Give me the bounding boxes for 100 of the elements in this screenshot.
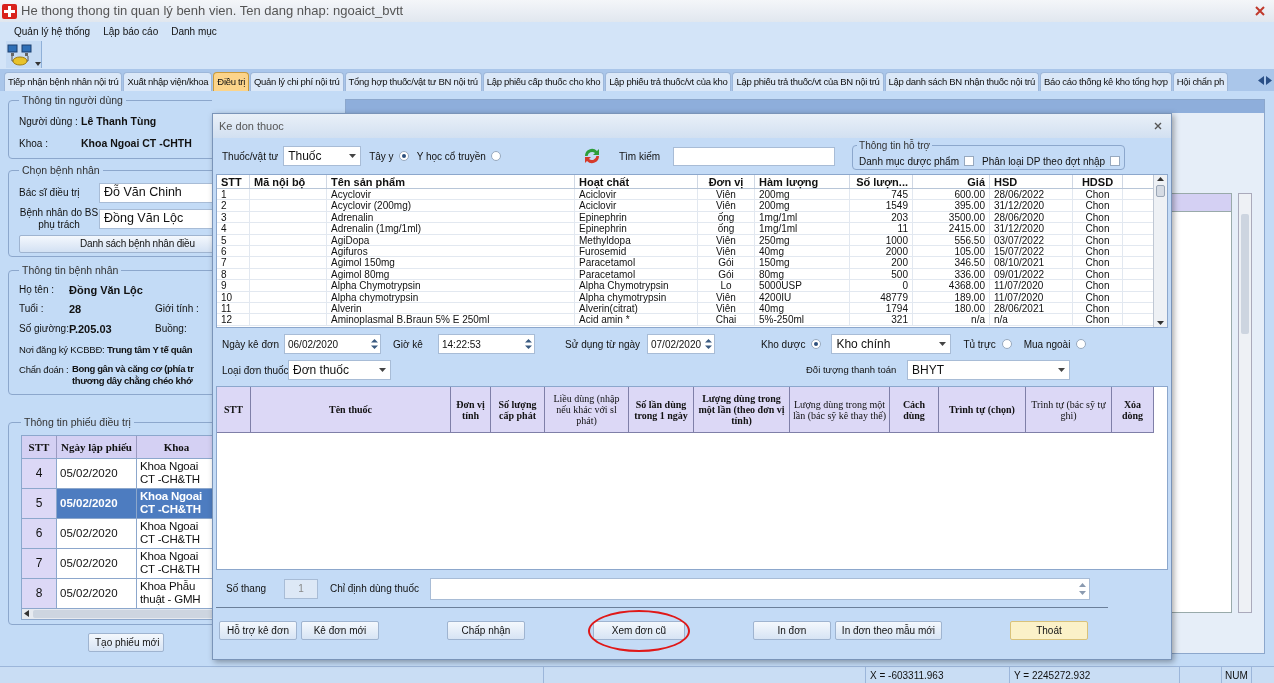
drug-row[interactable]: 12 Aminoplasmal B.Braun 5% E 250ml Acid amin * Chai 5%-250ml 321 n/a n/a Chon [217,314,1153,326]
sheet-row[interactable]: 6 05/02/2020 Khoa Ngoai CT -CH&TH [22,517,212,548]
tab[interactable]: Quản lý chi phí nội trú [250,72,344,91]
column-header[interactable]: Hoạt chất [575,175,698,188]
column-header[interactable]: Số lượng cấp phát [491,387,545,433]
column-header[interactable]: Liều dùng (nhập nếu khác với sl phát) [545,387,629,433]
table-cell: Aciclovir [575,200,698,211]
date-field[interactable]: 07/02/2020 [647,334,715,354]
tab[interactable]: Tiếp nhận bệnh nhân nội trú [4,72,123,91]
radio-button[interactable] [398,151,409,161]
tab[interactable]: Hội chẩn ph [1172,72,1229,91]
up-arrow-icon[interactable] [1157,177,1164,181]
dialog-button[interactable]: In đơn theo mẫu mới [834,621,943,640]
tab-scroll-arrows[interactable] [1258,75,1272,85]
column-header[interactable]: HSD [990,175,1073,188]
column-header[interactable]: STT [217,175,250,188]
diagnosis-text: thương dây chằng chéo khớ [72,374,194,387]
drug-row[interactable]: 7 Agimol 150mg Paracetamol Gói 150mg 200 346.50 08/10/2021 Chon [217,257,1153,269]
time-field[interactable]: 14:22:53 [438,334,535,354]
column-header[interactable]: Tên sản phẩm [327,175,575,188]
scrollbar-thumb[interactable] [1156,185,1165,197]
right-arrow-icon[interactable] [1266,75,1272,85]
radio-button[interactable] [1001,339,1012,349]
store-dropdown[interactable]: Kho chính [831,334,952,354]
sheet-row[interactable]: 7 05/02/2020 Khoa Ngoai CT -CH&TH [22,547,212,578]
column-header[interactable]: Mã nội bộ [250,175,327,188]
column-header[interactable]: Đơn vị tính [451,387,491,433]
dialog-button[interactable]: Hỗ trợ kê đơn [219,621,297,640]
left-arrow-icon[interactable] [24,610,29,618]
drug-row[interactable]: 2 Acyclovir (200mg) Aciclovir Viên 200mg 1549 395.00 31/12/2020 Chon [217,200,1153,212]
type-dropdown[interactable]: Thuốc [283,146,362,166]
tab[interactable]: Lập phiếu cấp thuốc cho kho [482,72,605,91]
tab[interactable]: Báo cáo thống kê kho tổng hợp [1039,72,1172,91]
drug-row[interactable]: 4 Adrenalin (1mg/1ml) Epinephrin ống 1mg/1ml 11 2415.00 31/12/2020 Chon [217,223,1153,235]
drug-row[interactable]: 1 Acyclovir Aciclovir Viên 200mg 745 600.00 28/06/2022 Chon [217,189,1153,201]
drug-row[interactable]: 10 Alpha chymotrypsin Alpha chymotrypsin Viên 4200IU 48779 189.00 11/07/2020 Chon [217,291,1153,303]
dialog-button[interactable]: In đơn [752,621,831,640]
left-arrow-icon[interactable] [1258,75,1264,85]
drug-row[interactable]: 6 Agifuros Furosemid Viên 40mg 2000 105.00 15/07/2022 Chon [217,245,1153,258]
drug-row[interactable]: 3 Adrenalin Epinephrin ống 1mg/1ml 203 3500.00 28/06/2020 Chon [217,211,1153,224]
payer-dropdown[interactable]: BHYT [907,360,1070,380]
menu-item[interactable]: Lập báo cáo [103,23,159,39]
table-cell: 1549 [850,200,913,211]
network-computers-icon[interactable] [6,42,34,67]
drug-row[interactable]: 5 AgiDopa Methyldopa Viên 250mg 1000 556.50 03/07/2022 Chon [217,234,1153,246]
tab[interactable]: Tổng hợp thuốc/vật tư BN nội trú [344,72,482,91]
date-field[interactable]: 06/02/2020 [284,334,381,354]
tab[interactable]: Lập phiếu trả thuốc/vt của kho [605,72,732,91]
column-header[interactable]: Số lần dùng trong 1 ngày [629,387,694,433]
radio-button[interactable] [490,151,501,161]
sheet-row[interactable]: 4 05/02/2020 Khoa Ngoai CT -CH&TH [22,457,212,488]
drug-row[interactable]: 9 Alpha Chymotrypsin Alpha Chymotrypsin Lo 5000USP 0 4368.00 11/07/2020 Chon [217,280,1153,292]
column-header[interactable]: Hàm lượng [755,175,850,188]
column-header[interactable]: Lượng dùng trong một lần (theo đơn vị tính) [694,387,790,433]
checkbox[interactable] [1110,156,1121,166]
checkbox[interactable] [964,156,974,166]
table-cell: Alpha chymotrypsin [575,291,698,302]
radio-button[interactable] [811,339,822,349]
column-header[interactable]: Lượng dùng trong một lần (bác sỹ kê thay thế) [790,387,890,433]
vertical-scrollbar[interactable] [1153,175,1167,327]
column-header[interactable]: Tên thuốc [251,387,451,433]
caret-icon[interactable] [35,62,41,66]
dialog-button[interactable]: Xem đơn cũ [592,621,685,640]
prescription-type-dropdown[interactable]: Đơn thuốc [288,360,391,380]
spinner-icon[interactable] [705,338,712,350]
spinner-icon[interactable] [371,338,378,350]
column-header[interactable]: Trình tự (chọn) [939,387,1026,433]
vertical-scrollbar[interactable] [1238,193,1252,613]
column-header[interactable]: HDSD [1073,175,1123,188]
tab[interactable]: Lập phiếu trả thuốc/vt của BN nội trú [732,72,884,91]
sheet-row[interactable]: 8 05/02/2020 Khoa Phẫu thuật - GMH [22,577,212,608]
tab[interactable]: Điều trị [213,72,250,91]
column-header[interactable]: STT [217,387,251,433]
table-cell: 10 [217,291,250,302]
dialog-button[interactable]: Kê đơn mới [301,621,379,640]
radio-button[interactable] [1076,339,1087,349]
menu-item[interactable]: Quản lý hệ thống [14,23,91,39]
drug-row[interactable]: 11 Alverin Alverin(citrat) Viên 40mg 1794 180.00 28/06/2021 Chon [217,302,1153,315]
dialog-button[interactable]: Chấp nhận [446,621,525,640]
tab[interactable]: Lập danh sách BN nhận thuốc nội trú [884,72,1039,91]
dialog-button[interactable]: Thoát [1010,621,1088,640]
down-arrow-icon[interactable] [1157,321,1164,325]
column-header[interactable]: Số lượn... [850,175,913,188]
column-header[interactable]: Giá [913,175,990,188]
instruction-field[interactable] [430,577,1090,600]
patient-list-button[interactable]: Danh sách bệnh nhân điều [19,234,212,253]
menu-item[interactable]: Danh mục [171,23,217,39]
drug-row[interactable]: 8 Agimol 80mg Paracetamol Gói 80mg 500 336.00 09/01/2022 Chon [217,268,1153,281]
column-header[interactable]: Xóa dòng [1112,387,1154,433]
patient-field[interactable]: Đồng Văn Lộc [99,208,212,229]
sheet-row[interactable]: 5 05/02/2020 Khoa Ngoai CT -CH&TH [22,487,212,518]
spinner-icon[interactable] [525,338,532,350]
tab[interactable]: Xuất nhập viện/khoa [123,72,213,91]
search-field[interactable] [673,146,836,166]
doctor-field[interactable]: Đỗ Văn Chinh [99,182,212,203]
toolbar-button[interactable] [6,41,42,68]
column-header[interactable]: Cách dùng [890,387,939,433]
column-header[interactable]: Đơn vị [698,175,755,188]
column-header[interactable]: Trình tự (bác sỹ tự ghi) [1026,387,1112,433]
dialog-button[interactable]: Tạo phiếu mới [88,633,164,652]
